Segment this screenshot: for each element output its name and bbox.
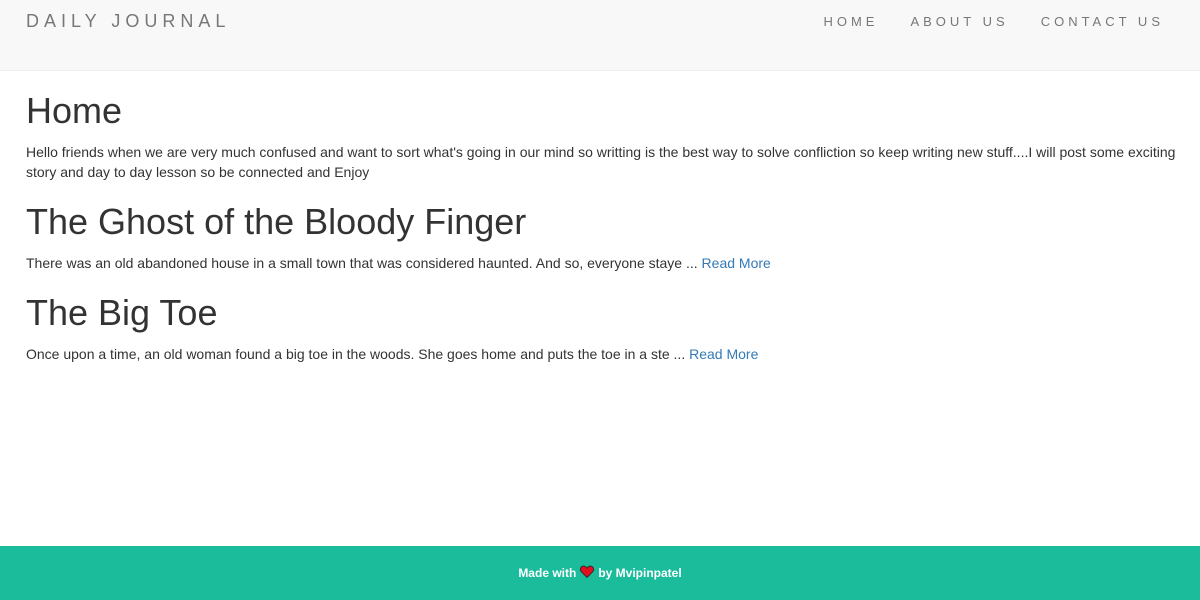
nav-links: HOME ABOUT US CONTACT US xyxy=(791,13,1164,31)
navbar: DAILY JOURNAL HOME ABOUT US CONTACT US xyxy=(0,0,1200,71)
footer: Made with by Mvipinpatel xyxy=(0,546,1200,600)
nav-item-contact: CONTACT US xyxy=(1041,13,1164,31)
home-section: Home Hello friends when we are very much… xyxy=(26,91,1176,182)
home-intro-text: Hello friends when we are very much conf… xyxy=(26,144,1176,180)
page-title: Home xyxy=(26,90,123,131)
footer-author: by Mvipinpatel xyxy=(598,566,682,580)
page: DAILY JOURNAL HOME ABOUT US CONTACT US H… xyxy=(0,0,1200,600)
read-more-link[interactable]: Read More xyxy=(689,346,758,362)
nav-item-home: HOME xyxy=(823,13,878,31)
post-excerpt: There was an old abandoned house in a sm… xyxy=(26,255,698,271)
nav-link-home[interactable]: HOME xyxy=(823,14,878,30)
nav-link-about-us[interactable]: ABOUT US xyxy=(910,14,1008,30)
main-content: Home Hello friends when we are very much… xyxy=(26,71,1176,374)
post-excerpt-paragraph: There was an old abandoned house in a sm… xyxy=(26,253,1176,273)
footer-made-with: Made with xyxy=(518,566,577,580)
post-item: The Big Toe Once upon a time, an old wom… xyxy=(26,293,1176,364)
post-excerpt-paragraph: Once upon a time, an old woman found a b… xyxy=(26,344,1176,364)
post-excerpt: Once upon a time, an old woman found a b… xyxy=(26,346,686,362)
post-title: The Big Toe xyxy=(26,292,218,333)
read-more-link[interactable]: Read More xyxy=(702,255,771,271)
post-title: The Ghost of the Bloody Finger xyxy=(26,201,527,242)
nav-item-about: ABOUT US xyxy=(910,13,1008,31)
heart-icon xyxy=(580,565,595,581)
post-item: The Ghost of the Bloody Finger There was… xyxy=(26,202,1176,273)
nav-link-contact-us[interactable]: CONTACT US xyxy=(1041,14,1164,30)
brand-link[interactable]: DAILY JOURNAL xyxy=(26,10,230,32)
